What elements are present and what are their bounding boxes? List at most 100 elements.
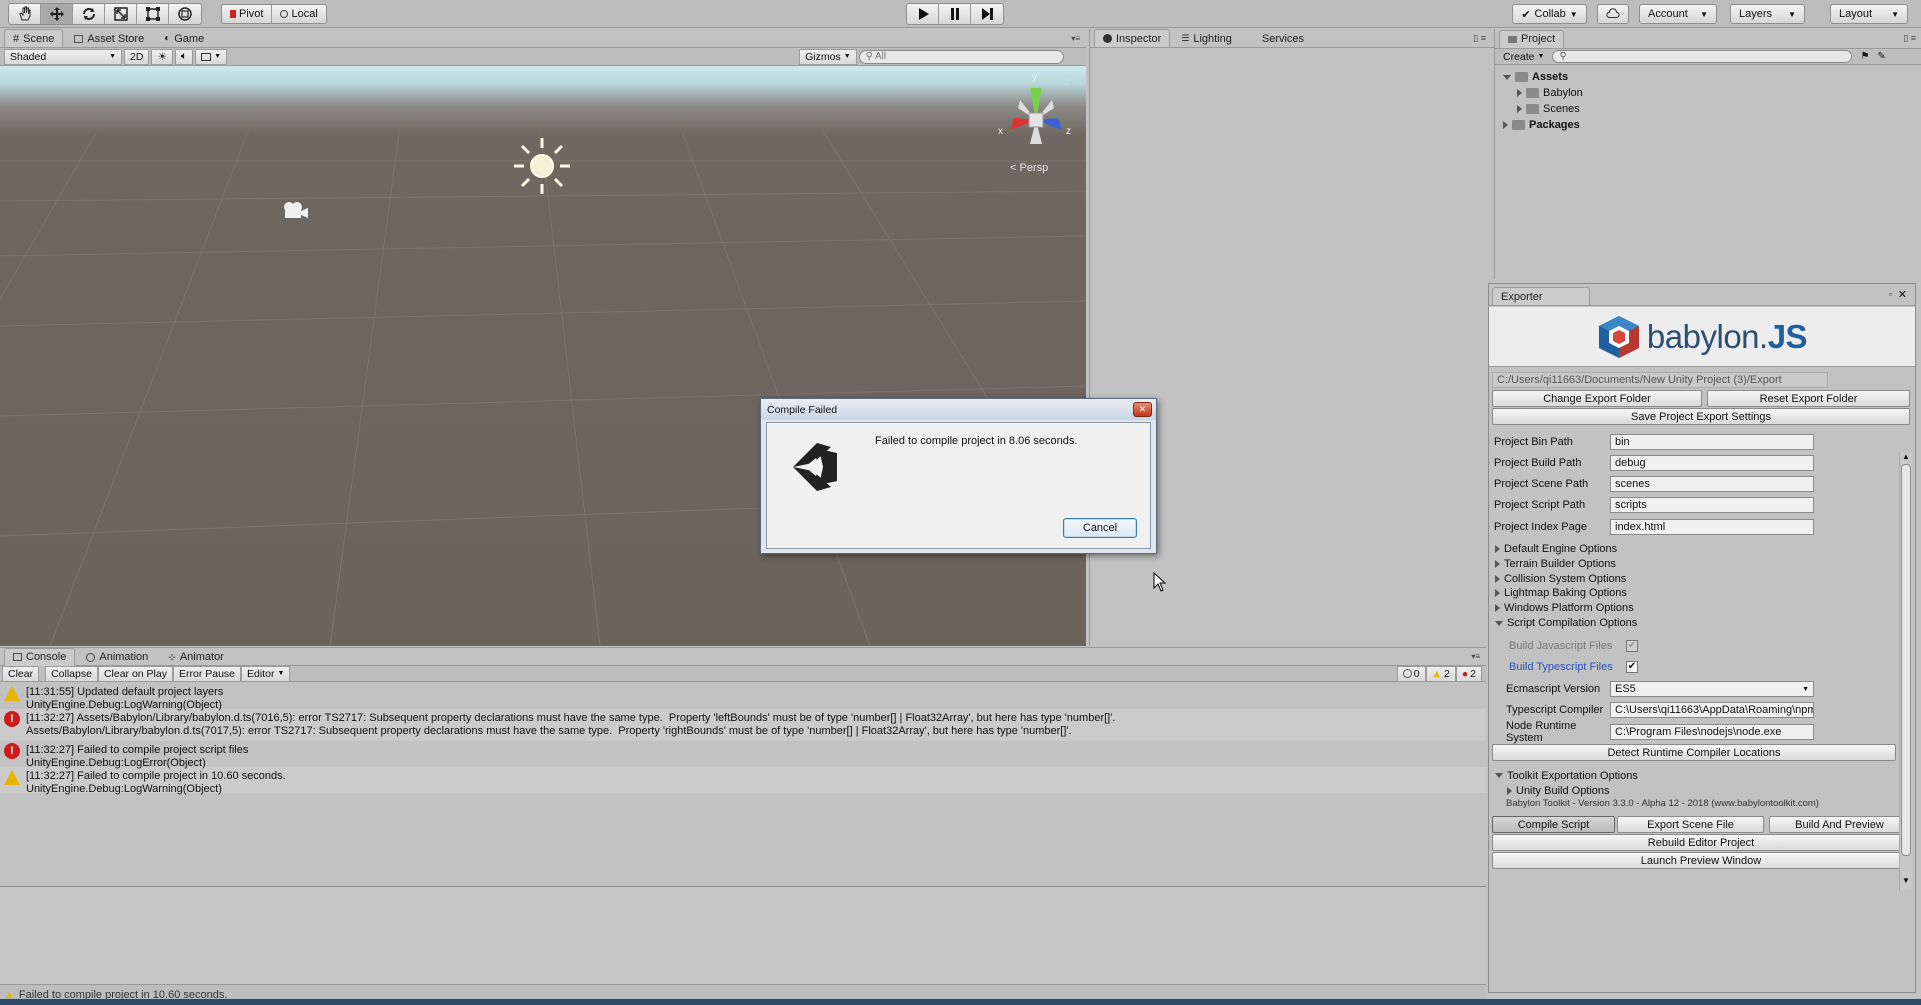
play-icon[interactable] <box>907 4 939 24</box>
project-search-input[interactable]: ⚲ <box>1552 50 1853 63</box>
hand-tool-icon[interactable] <box>9 4 41 24</box>
rect-tool-icon[interactable] <box>137 4 169 24</box>
foldout-row[interactable]: Lightmap Baking Options <box>1489 586 1899 601</box>
prop-value-field[interactable]: C:\Program Files\nodejs\node.exe <box>1610 723 1814 740</box>
scene-search[interactable]: ⚲ All <box>858 49 1064 64</box>
scroll-down-icon[interactable]: ▼ <box>1902 876 1910 885</box>
warn-count-toggle[interactable]: ▲ 2 <box>1425 665 1456 682</box>
compile-script-button[interactable]: Compile Script <box>1492 816 1615 834</box>
scrollbar-thumb[interactable] <box>1901 464 1911 856</box>
lock-icon[interactable]: ▯ <box>1064 76 1069 87</box>
effects-dropdown[interactable]: ▼ <box>195 48 228 65</box>
orientation-gizmo[interactable]: y x z <box>996 72 1076 160</box>
tab-project[interactable]: Project <box>1499 29 1565 48</box>
pivot-button[interactable]: Pivot <box>222 5 273 23</box>
build-preview-button[interactable]: Build And Preview <box>1769 816 1910 834</box>
foldout-toolkit-options[interactable]: Toolkit Exportation Options <box>1489 768 1899 783</box>
foldout-row[interactable]: Windows Platform Options <box>1489 601 1899 616</box>
project-tree-item[interactable]: Packages <box>1495 117 1921 133</box>
create-dropdown[interactable]: Create ▼ <box>1503 51 1544 63</box>
shading-dropdown[interactable]: Shaded ▼ <box>4 48 122 65</box>
export-scene-button[interactable]: Export Scene File <box>1617 816 1764 834</box>
console-detail-area[interactable] <box>0 886 1486 985</box>
tab-asset-store[interactable]: Asset Store <box>65 29 153 47</box>
tab-scene[interactable]: # Scene <box>4 29 64 47</box>
chevron-right-icon[interactable] <box>1503 121 1508 129</box>
chevron-down-icon[interactable] <box>1503 74 1511 80</box>
transform-tool-icon[interactable] <box>169 4 201 24</box>
rebuild-project-button[interactable]: Rebuild Editor Project <box>1492 834 1910 852</box>
prop-value-field[interactable]: scenes <box>1610 476 1814 493</box>
checkbox[interactable]: ✔ <box>1626 639 1638 652</box>
console-entry-warn[interactable]: [11:32:27] Failed to compile project in … <box>0 767 1486 795</box>
maximize-icon[interactable]: ▫ <box>1889 290 1892 299</box>
prop-value-field[interactable]: index.html <box>1610 518 1814 535</box>
account-dropdown[interactable]: Account ▼ <box>1639 4 1717 24</box>
foldout-unity-build[interactable]: Unity Build Options <box>1501 783 1899 798</box>
collapse-button[interactable]: Collapse <box>45 665 98 682</box>
scroll-up-icon[interactable]: ▲ <box>1902 452 1910 461</box>
sun-light-icon[interactable] <box>510 134 574 198</box>
project-tree-item[interactable]: Assets <box>1495 69 1921 85</box>
tab-inspector[interactable]: Inspector <box>1094 29 1171 47</box>
foldout-row[interactable]: Default Engine Options <box>1489 542 1899 557</box>
reset-export-folder-button[interactable]: Reset Export Folder <box>1707 390 1910 407</box>
launch-preview-button[interactable]: Launch Preview Window <box>1492 852 1910 870</box>
tab-exporter[interactable]: Exporter <box>1492 287 1590 305</box>
tab-animator[interactable]: ⊹ Animator <box>159 648 233 666</box>
filter-icon[interactable]: ⚑ <box>1860 51 1869 62</box>
layout-dropdown[interactable]: Layout ▼ <box>1830 4 1908 24</box>
chevron-right-icon[interactable] <box>1517 105 1522 113</box>
tab-game[interactable]: ◐ Game <box>155 29 213 47</box>
audio-toggle[interactable]: 🔈︎ <box>174 48 194 65</box>
console-entry-error[interactable]: ! [11:32:27] Failed to compile project sc… <box>0 741 1486 769</box>
collab-dropdown[interactable]: ✔ Collab ▼ <box>1512 4 1587 24</box>
tab-services[interactable]: Services <box>1253 29 1313 47</box>
camera-icon[interactable] <box>279 199 311 221</box>
foldout-row[interactable]: Terrain Builder Options <box>1489 556 1899 571</box>
detect-locations-button[interactable]: Detect Runtime Compiler Locations <box>1492 744 1896 762</box>
step-icon[interactable] <box>971 4 1003 24</box>
editor-dropdown[interactable]: Editor ▼ <box>241 665 291 682</box>
chevron-right-icon[interactable] <box>1517 89 1522 97</box>
prop-value-field[interactable]: debug <box>1610 454 1814 471</box>
rotate-tool-icon[interactable] <box>73 4 105 24</box>
foldout-row[interactable]: Collision System Options <box>1489 571 1899 586</box>
foldout-script-compilation[interactable]: Script Compilation Options <box>1489 616 1899 631</box>
clear-button[interactable]: Clear <box>2 665 40 682</box>
prop-value-field[interactable]: bin <box>1610 433 1814 450</box>
tab-console[interactable]: Console <box>4 647 76 666</box>
pause-icon[interactable] <box>939 4 971 24</box>
dialog-close-button[interactable]: ✕ <box>1133 402 1152 417</box>
cloud-button[interactable] <box>1597 4 1629 24</box>
lock-icon[interactable]: ▯ ≡ <box>1473 33 1486 44</box>
info-count-toggle[interactable]: 0 <box>1396 665 1426 682</box>
gizmos-dropdown[interactable]: Gizmos ▼ <box>799 48 857 65</box>
local-button[interactable]: Local <box>272 5 325 23</box>
ecmascript-dropdown[interactable]: ES5 ▼ <box>1610 681 1814 697</box>
exporter-scrollbar[interactable]: ▲ ▼ <box>1899 452 1912 890</box>
console-entry-error[interactable]: ! [11:32:27] Assets/Babylon/Library/babyl… <box>0 709 1486 741</box>
error-pause-button[interactable]: Error Pause <box>172 665 242 682</box>
console-entry-warn[interactable]: [11:31:55] Updated default project layer… <box>0 683 1486 711</box>
tab-animation[interactable]: Animation <box>77 648 157 666</box>
checkbox[interactable]: ✔ <box>1626 660 1638 673</box>
error-count-toggle[interactable]: ● 2 <box>1455 665 1482 682</box>
scene-viewport[interactable]: y x z ▯ < Persp <box>0 66 1086 646</box>
project-tree-item[interactable]: Babylon <box>1495 85 1921 101</box>
save-project-settings-button[interactable]: Save Project Export Settings <box>1492 408 1910 425</box>
dialog-cancel-button[interactable]: Cancel <box>1063 518 1137 538</box>
panel-menu-icon[interactable]: ▾≡ <box>1071 34 1080 43</box>
lighting-toggle[interactable]: ☀ <box>151 48 173 65</box>
label-icon[interactable]: ✎ <box>1877 51 1885 62</box>
scale-tool-icon[interactable] <box>105 4 137 24</box>
panel-menu-icon[interactable]: ▾≡ <box>1471 652 1480 661</box>
toggle-2d-button[interactable]: 2D <box>124 48 150 65</box>
export-path-field[interactable]: C:/Users/qi11663/Documents/New Unity Pro… <box>1492 372 1828 388</box>
layers-dropdown[interactable]: Layers ▼ <box>1730 4 1805 24</box>
close-icon[interactable]: ✕ <box>1898 288 1907 301</box>
project-tree-item[interactable]: Scenes <box>1495 101 1921 117</box>
tab-lighting[interactable]: ☰ Lighting <box>1172 29 1241 47</box>
persp-label[interactable]: < Persp <box>1010 162 1048 174</box>
move-tool-icon[interactable] <box>41 4 73 24</box>
